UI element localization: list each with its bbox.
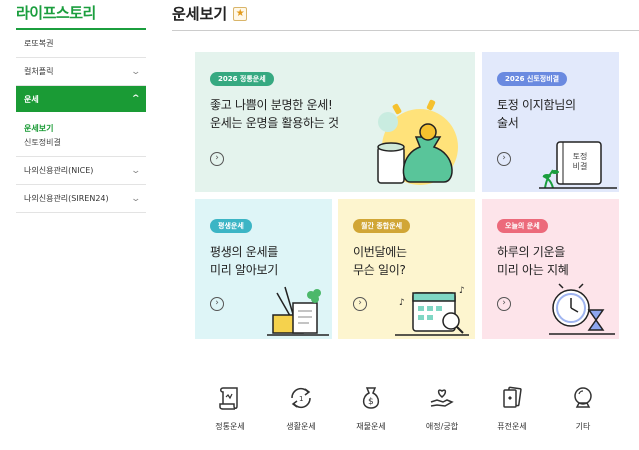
- scroll-icon: [219, 387, 238, 410]
- documents-illustration: [267, 286, 329, 336]
- card-today-fortune[interactable]: 오늘의 운세 하루의 기운을 미리 아는 지혜 ›: [482, 199, 619, 339]
- category-label: 애정/궁합: [425, 422, 459, 431]
- book-cover-text: 토정 비결: [572, 152, 588, 171]
- money-pouch-illustration: [377, 99, 458, 185]
- chevron-up-icon: ⌃: [130, 94, 142, 104]
- page-title: 운세보기: [172, 5, 228, 23]
- clock-hourglass-illustration: [549, 283, 615, 335]
- svg-text:1: 1: [299, 395, 303, 403]
- svg-text:$: $: [368, 397, 374, 407]
- category-label: 재물운세: [356, 422, 386, 431]
- svg-text:♪: ♪: [399, 298, 405, 308]
- arrow-right-icon[interactable]: ›: [497, 297, 511, 311]
- sidebar: 라이프스토리 로또복권 컬처플릭 ⌄ 운세 ⌃ 운세보기 신토정비결 나의신용관…: [16, 0, 146, 213]
- arrow-right-icon[interactable]: ›: [210, 152, 224, 166]
- card-tojeong-bigyeol[interactable]: 2026 신토정비결 토정 이지함님의 술서 › 토정 비결: [482, 52, 619, 192]
- submenu-item-tojeong[interactable]: 신토정비결: [24, 136, 146, 150]
- arrow-right-icon[interactable]: ›: [353, 297, 367, 311]
- sidebar-item-label: 컬처플릭: [24, 67, 54, 76]
- arrow-right-icon[interactable]: ›: [210, 297, 224, 311]
- card-monthly-fortune[interactable]: 월간 종합운세 이번달에는 무슨 일이? › ♪ ♪: [338, 199, 475, 339]
- category-wealth[interactable]: $ 재물운세: [336, 385, 406, 432]
- category-traditional[interactable]: 정통운세: [195, 385, 265, 432]
- chevron-down-icon: ⌄: [130, 193, 142, 204]
- sidebar-item-credit-nice[interactable]: 나의신용관리(NICE) ⌄: [16, 157, 146, 185]
- favorite-star-button[interactable]: ★: [233, 6, 248, 21]
- money-bag-icon: $: [362, 387, 380, 409]
- cards-icon: [503, 386, 522, 408]
- heart-hand-icon: [430, 389, 454, 407]
- sidebar-item-culture[interactable]: 컬처플릭 ⌄: [16, 58, 146, 86]
- card-badge: 월간 종합운세: [353, 219, 411, 233]
- svg-text:♪: ♪: [459, 286, 465, 296]
- page-header: 운세보기 ★: [172, 3, 248, 24]
- sidebar-item-fortune[interactable]: 운세 ⌃: [16, 86, 146, 112]
- header-divider: [172, 30, 639, 31]
- fortune-category-bar: 정통운세 1 생활운세 $ 재물운세 애정/궁합 퓨전운세 기타: [195, 385, 619, 445]
- sidebar-item-label: 운세: [24, 94, 39, 104]
- category-fusion[interactable]: 퓨전운세: [477, 385, 547, 432]
- category-label: 정통운세: [215, 422, 245, 431]
- card-badge: 2026 신토정비결: [497, 72, 568, 86]
- arrow-right-icon[interactable]: ›: [497, 152, 511, 166]
- brand-title[interactable]: 라이프스토리: [16, 0, 146, 30]
- card-title: 토정 이지함님의 술서: [497, 98, 576, 130]
- calendar-illustration: ♪ ♪: [395, 286, 469, 336]
- submenu-item-fortune-view[interactable]: 운세보기: [24, 122, 146, 136]
- chevron-down-icon: ⌄: [130, 66, 142, 77]
- category-label: 기타: [575, 422, 591, 431]
- category-label: 퓨전운세: [497, 422, 527, 431]
- card-badge: 평생운세: [210, 219, 252, 233]
- sidebar-item-label: 나의신용관리(NICE): [24, 166, 94, 175]
- chevron-down-icon: ⌄: [130, 165, 142, 176]
- crystal-ball-icon: [574, 387, 592, 408]
- sidebar-item-label: 나의신용관리(SIREN24): [24, 194, 109, 203]
- card-title: 이번달에는 무슨 일이?: [353, 245, 407, 277]
- category-label: 생활운세: [286, 422, 316, 431]
- sidebar-item-credit-siren[interactable]: 나의신용관리(SIREN24) ⌄: [16, 185, 146, 213]
- category-etc[interactable]: 기타: [548, 385, 618, 432]
- cycle-icon: 1: [291, 387, 311, 409]
- category-love[interactable]: 애정/궁합: [407, 385, 477, 432]
- card-badge: 오늘의 운세: [497, 219, 548, 233]
- card-title: 평생의 운세를 미리 알아보기: [210, 245, 278, 277]
- card-traditional-fortune[interactable]: 2026 정통운세 좋고 나쁨이 분명한 운세! 운세는 운명을 활용하는 것 …: [195, 52, 475, 192]
- sidebar-item-label: 로또복권: [24, 39, 54, 48]
- category-life[interactable]: 1 생활운세: [266, 385, 336, 432]
- card-badge: 2026 정통운세: [210, 72, 274, 86]
- card-lifetime-fortune[interactable]: 평생운세 평생의 운세를 미리 알아보기 ›: [195, 199, 332, 339]
- card-title: 좋고 나쁨이 분명한 운세! 운세는 운명을 활용하는 것: [210, 98, 339, 130]
- fortune-submenu: 운세보기 신토정비결: [16, 112, 146, 157]
- sidebar-item-lotto[interactable]: 로또복권: [16, 30, 146, 58]
